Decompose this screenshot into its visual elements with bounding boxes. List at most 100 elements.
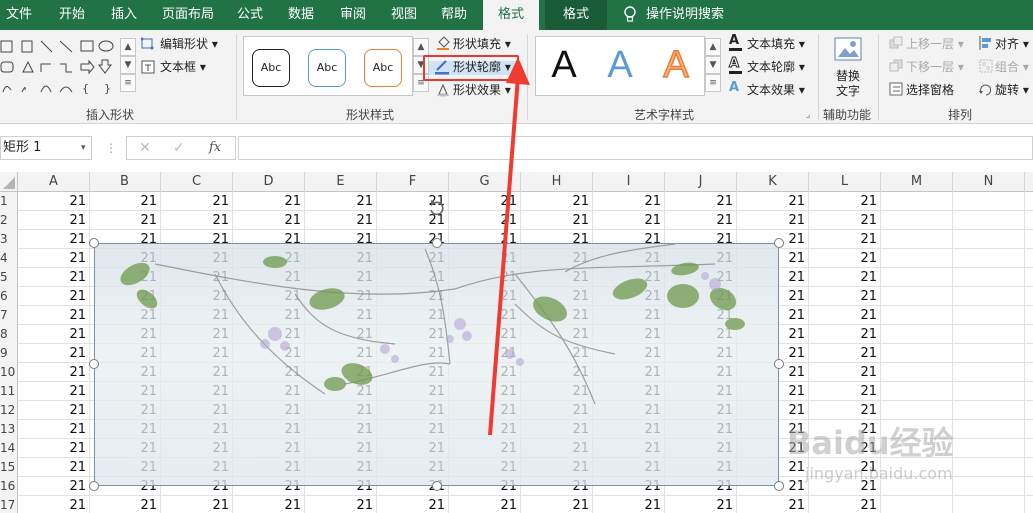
cell[interactable]: 21 [521, 192, 593, 211]
chevron-down-icon[interactable]: ▾ [81, 137, 86, 159]
cell[interactable]: 21 [305, 192, 377, 211]
menu-page-layout[interactable]: 页面布局 [158, 0, 218, 30]
menu-formulas[interactable]: 公式 [232, 0, 268, 30]
row-header[interactable]: 6 [0, 287, 18, 306]
row-header[interactable]: 9 [0, 344, 18, 363]
cell[interactable]: 21 [809, 192, 881, 211]
cell[interactable]: 21 [161, 192, 233, 211]
selected-rectangle-shape[interactable] [94, 243, 779, 486]
cell[interactable]: 21 [18, 458, 90, 477]
cell[interactable]: 21 [521, 496, 593, 513]
column-header[interactable]: D [233, 172, 305, 192]
shape-style-black[interactable]: Abc [252, 49, 290, 87]
tell-me-search[interactable]: 操作说明搜索 [646, 0, 726, 30]
cell[interactable]: 21 [593, 192, 665, 211]
column-header[interactable]: M [881, 172, 953, 192]
more-icon[interactable]: ≡ [705, 74, 721, 92]
row-header[interactable]: 1 [0, 192, 18, 211]
cell[interactable]: 21 [233, 211, 305, 230]
cell[interactable]: 21 [665, 192, 737, 211]
group-button[interactable]: 组合 ▾ [995, 57, 1029, 77]
row-header[interactable]: 12 [0, 401, 18, 420]
shapes-gallery-scroll[interactable]: ▲ ▼ ≡ [120, 38, 136, 92]
cell[interactable]: 21 [809, 306, 881, 325]
text-effect-button[interactable]: 文本效果 ▾ [747, 80, 805, 100]
cell[interactable]: 21 [89, 211, 161, 230]
cell[interactable]: 21 [809, 344, 881, 363]
column-header[interactable]: F [377, 172, 449, 192]
column-header[interactable]: I [593, 172, 665, 192]
cell[interactable]: 21 [18, 325, 90, 344]
resize-handle-top-left[interactable] [89, 238, 99, 248]
wordart-orange[interactable]: A [656, 43, 696, 87]
cell[interactable]: 21 [809, 211, 881, 230]
cell[interactable]: 21 [18, 477, 90, 496]
row-header[interactable]: 3 [0, 230, 18, 249]
row-header[interactable]: 4 [0, 249, 18, 268]
menu-data[interactable]: 数据 [282, 0, 320, 30]
cell[interactable]: 21 [18, 344, 90, 363]
cell[interactable]: 21 [18, 249, 90, 268]
cell[interactable]: 21 [18, 230, 90, 249]
row-header[interactable]: 7 [0, 306, 18, 325]
dialog-launcher-icon[interactable]: ⌟ [806, 110, 810, 120]
row-header[interactable]: 14 [0, 439, 18, 458]
cell[interactable]: 21 [233, 496, 305, 513]
cell[interactable]: 21 [593, 211, 665, 230]
bring-forward-button[interactable]: 上移一层 ▾ [906, 34, 964, 54]
select-all-corner[interactable] [0, 172, 18, 192]
row-header[interactable]: 13 [0, 420, 18, 439]
scroll-up-icon[interactable]: ▲ [120, 38, 136, 56]
cancel-icon[interactable]: ✕ [139, 140, 151, 156]
name-box[interactable]: 矩形 1 ▾ [0, 136, 92, 160]
cell[interactable]: 21 [89, 192, 161, 211]
text-outline-button[interactable]: 文本轮廓 ▾ [747, 57, 805, 77]
scroll-down-icon[interactable]: ▼ [120, 56, 136, 74]
rotate-handle-icon[interactable] [427, 198, 447, 218]
shape-style-blue[interactable]: Abc [308, 49, 346, 87]
cell[interactable]: 21 [521, 211, 593, 230]
cell[interactable]: 21 [665, 211, 737, 230]
scroll-up-icon[interactable]: ▲ [705, 38, 721, 56]
cell[interactable]: 21 [18, 211, 90, 230]
formula-input[interactable] [238, 136, 1033, 160]
column-header[interactable]: J [665, 172, 737, 192]
cell[interactable]: 21 [18, 192, 90, 211]
row-header[interactable]: 8 [0, 325, 18, 344]
menu-format-picture[interactable]: 格式 [545, 0, 607, 30]
column-header[interactable]: C [161, 172, 233, 192]
cell[interactable]: 21 [737, 192, 809, 211]
menu-help[interactable]: 帮助 [436, 0, 472, 30]
wordart-scroll[interactable]: ▲ ▼ ≡ [705, 38, 721, 92]
cell[interactable]: 21 [161, 211, 233, 230]
menu-review[interactable]: 审阅 [334, 0, 372, 30]
text-fill-button[interactable]: 文本填充 ▾ [747, 34, 805, 54]
insert-function-icon[interactable]: fx [209, 140, 221, 155]
send-backward-button[interactable]: 下移一层 ▾ [906, 57, 964, 77]
cell[interactable]: 21 [18, 363, 90, 382]
shape-styles-gallery[interactable]: Abc Abc Abc [243, 36, 413, 96]
cell[interactable]: 21 [18, 287, 90, 306]
cell[interactable]: 21 [18, 420, 90, 439]
selection-pane-button[interactable]: 选择窗格 [906, 80, 954, 100]
resize-handle-top-right[interactable] [774, 238, 784, 248]
cell[interactable]: 21 [161, 496, 233, 513]
cell[interactable]: 21 [305, 211, 377, 230]
scroll-down-icon[interactable]: ▼ [705, 56, 721, 74]
resize-handle-left[interactable] [89, 359, 99, 369]
column-header[interactable]: L [809, 172, 881, 192]
align-button[interactable]: 对齐 ▾ [995, 34, 1029, 54]
column-header[interactable]: K [737, 172, 809, 192]
cell[interactable]: 21 [809, 382, 881, 401]
cell[interactable]: 21 [737, 496, 809, 513]
wordart-gallery[interactable]: A A A [535, 36, 705, 96]
menu-format-shape[interactable]: 格式 [483, 0, 539, 30]
cell[interactable]: 21 [18, 496, 90, 513]
column-header[interactable]: B [89, 172, 161, 192]
cell[interactable]: 21 [233, 192, 305, 211]
cell[interactable]: 21 [809, 230, 881, 249]
cell[interactable]: 21 [809, 249, 881, 268]
row-header[interactable]: 2 [0, 211, 18, 230]
cell[interactable]: 21 [305, 496, 377, 513]
edit-shape-button[interactable]: 编辑形状 ▾ [160, 34, 218, 54]
